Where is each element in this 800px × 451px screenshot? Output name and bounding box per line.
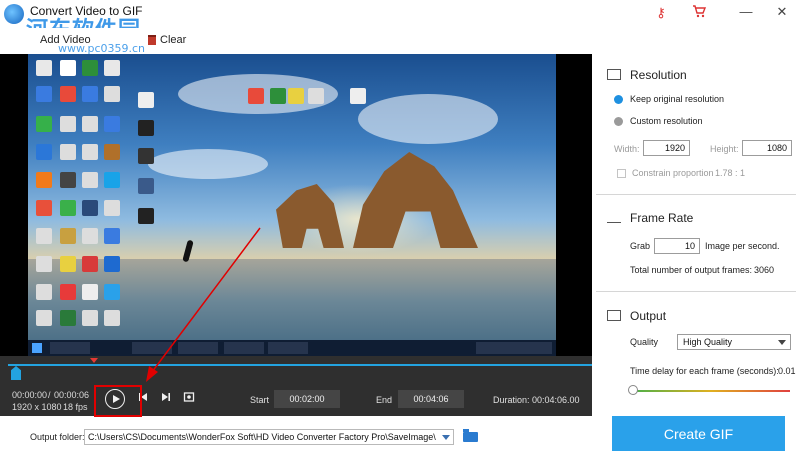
resolution-title: Resolution bbox=[630, 68, 687, 82]
chevron-down-icon bbox=[778, 340, 786, 345]
divider bbox=[596, 291, 796, 292]
keep-resolution-label[interactable]: Keep original resolution bbox=[630, 94, 724, 104]
quality-label: Quality bbox=[630, 337, 659, 347]
video-fps: 18 fps bbox=[63, 402, 88, 412]
toolbar: www.pc0359.cn Add Video Clear bbox=[0, 28, 800, 55]
start-icon bbox=[32, 343, 42, 353]
camera-icon[interactable] bbox=[182, 391, 196, 406]
total-frames-label: Total number of output frames: bbox=[630, 265, 753, 275]
end-label: End bbox=[376, 395, 393, 405]
create-gif-button[interactable]: Create GIF bbox=[612, 416, 785, 451]
clear-label: Clear bbox=[160, 34, 187, 46]
total-time: 00:00:06 bbox=[54, 390, 90, 400]
quality-select[interactable]: High Quality bbox=[677, 334, 791, 350]
add-video-label: Add Video bbox=[40, 34, 91, 46]
folder-icon[interactable] bbox=[463, 429, 478, 442]
width-field[interactable]: 1920 bbox=[643, 140, 690, 156]
timeline-panel: 00:00:00 / 00:00:06 1920 x 1080 18 fps S… bbox=[0, 356, 608, 416]
video-preview[interactable] bbox=[0, 54, 592, 356]
constrain-checkbox[interactable] bbox=[617, 169, 626, 178]
output-folder-path: C:\Users\CS\Documents\WonderFox Soft\HD … bbox=[88, 432, 436, 442]
end-time-field[interactable]: 00:04:06 bbox=[398, 390, 464, 408]
cloud bbox=[148, 149, 268, 179]
grab-label: Grab bbox=[630, 241, 651, 251]
duration-label: Duration: bbox=[493, 395, 530, 405]
close-button[interactable]: ✕ bbox=[770, 2, 794, 22]
video-resolution: 1920 x 1080 bbox=[12, 402, 62, 412]
output-title: Output bbox=[630, 309, 667, 323]
delay-value: 0.01 bbox=[778, 366, 796, 376]
keep-resolution-radio[interactable] bbox=[614, 95, 623, 104]
settings-panel: Resolution Keep original resolution Cust… bbox=[592, 54, 800, 416]
preview-frame-image bbox=[28, 54, 556, 356]
title-bar: Convert Video to GIF 河东软件园 ⚷ — ✕ bbox=[0, 0, 800, 43]
divider bbox=[596, 194, 796, 195]
chevron-down-icon[interactable] bbox=[442, 435, 450, 440]
clear-button[interactable]: Clear bbox=[148, 34, 186, 46]
resolution-icon bbox=[607, 69, 621, 80]
height-field[interactable]: 1080 bbox=[742, 140, 792, 156]
constrain-ratio: 1.78 : 1 bbox=[715, 168, 746, 178]
total-frames-value: 3060 bbox=[754, 265, 775, 275]
frame-rate-title: Frame Rate bbox=[630, 211, 694, 225]
annotation-highlight-box bbox=[94, 385, 142, 417]
output-icon bbox=[607, 310, 621, 321]
minimize-button[interactable]: — bbox=[734, 2, 758, 22]
playhead-marker[interactable] bbox=[90, 358, 98, 363]
constrain-label: Constrain proportion bbox=[632, 168, 714, 178]
duration-value: 00:04:06.00 bbox=[532, 395, 580, 405]
custom-resolution-label[interactable]: Custom resolution bbox=[630, 116, 703, 126]
add-video-button[interactable]: Add Video bbox=[40, 34, 91, 46]
next-frame-icon[interactable] bbox=[159, 391, 173, 406]
current-time: 00:00:00 bbox=[12, 390, 48, 400]
start-label: Start bbox=[250, 395, 270, 405]
delay-label: Time delay for each frame (seconds): bbox=[630, 366, 779, 376]
start-time-field[interactable]: 00:02:00 bbox=[274, 390, 340, 408]
frame-rate-icon bbox=[607, 213, 621, 223]
cloud bbox=[358, 94, 498, 144]
timeline-track[interactable] bbox=[8, 364, 608, 366]
custom-resolution-radio[interactable] bbox=[614, 117, 623, 126]
output-folder-field[interactable]: C:\Users\CS\Documents\WonderFox Soft\HD … bbox=[84, 429, 454, 445]
start-handle[interactable] bbox=[11, 366, 21, 380]
app-window: Convert Video to GIF 河东软件园 ⚷ — ✕ www.pc0… bbox=[0, 0, 800, 451]
grab-field[interactable]: 10 bbox=[654, 238, 700, 254]
width-label: Width: bbox=[614, 144, 640, 154]
grab-suffix: Image per second. bbox=[705, 241, 780, 251]
quality-value: High Quality bbox=[683, 337, 733, 347]
preview-taskbar bbox=[28, 340, 556, 356]
key-icon[interactable]: ⚷ bbox=[652, 4, 670, 22]
app-logo-icon bbox=[4, 4, 24, 24]
trash-icon bbox=[148, 35, 156, 45]
delay-slider-thumb[interactable] bbox=[628, 385, 638, 395]
time-separator: / bbox=[48, 390, 51, 400]
delay-slider[interactable] bbox=[632, 390, 790, 392]
height-label: Height: bbox=[710, 144, 739, 154]
cart-icon[interactable] bbox=[690, 4, 708, 22]
output-folder-label: Output folder: bbox=[30, 432, 85, 442]
bottom-bar: Output folder: C:\Users\CS\Documents\Won… bbox=[0, 416, 800, 451]
